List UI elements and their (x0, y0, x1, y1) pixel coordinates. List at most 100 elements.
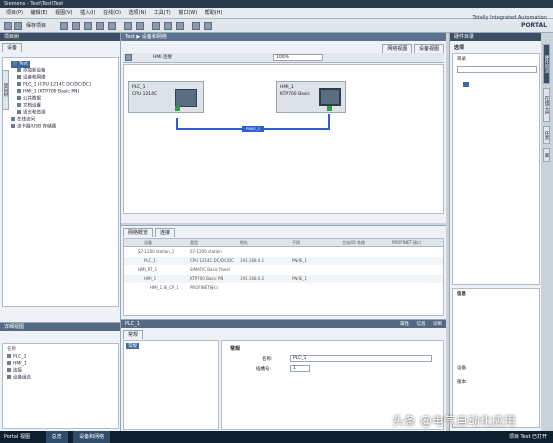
connection-icon (7, 368, 11, 372)
info-pane: 信息 设备: 版本: (452, 288, 540, 428)
tab-devices[interactable]: 设备 (2, 43, 23, 52)
pointer-icon[interactable] (125, 54, 132, 61)
network-overview-panel: 网络概览 连接 设备 类型 地址 子网 主站/IO 系统 PROFINET 接口… (121, 225, 446, 319)
tree-item-project[interactable]: Test (11, 61, 30, 68)
tree-item-add-device[interactable]: 添加新设备 (17, 68, 46, 75)
tab-properties[interactable]: 属性 (400, 322, 409, 327)
go-offline-icon[interactable] (204, 22, 212, 30)
menu-project[interactable]: 项目(P) (6, 10, 23, 16)
table-row[interactable]: PLC_1 CPU 1214C DC/DC/DC 192.168.0.1 PN/… (124, 257, 443, 265)
plc-port-icon[interactable] (175, 106, 180, 111)
subnet-label[interactable]: PN/IE_1 (242, 126, 264, 132)
menu-view[interactable]: 视图(V) (55, 10, 72, 16)
properties-header: PLC_1 (121, 320, 446, 328)
toolbar: 保存项目 (0, 19, 553, 33)
zoom-select[interactable]: 100% (273, 54, 323, 61)
open-project-icon[interactable] (14, 22, 22, 30)
slot-field[interactable]: 1 (290, 365, 310, 372)
tree-item-devices-networks[interactable]: 设备和网络 (17, 75, 46, 82)
tab-diagnostics[interactable]: 诊断 (433, 322, 442, 327)
portal-view-button[interactable]: Portal 视图 (4, 434, 30, 440)
properties-left-tabs: 常规 (121, 328, 446, 339)
details-item-hmi[interactable]: HMI_1 (7, 361, 27, 368)
new-project-icon[interactable] (4, 22, 12, 30)
config-icon (7, 375, 11, 379)
vtab-libraries[interactable]: 库 (543, 148, 550, 162)
overview-table: 设备 类型 地址 子网 主站/IO 系统 PROFINET 接口 S7-1200… (123, 238, 444, 316)
col-subnet: 子网 (292, 240, 300, 245)
col-type: 类型 (190, 240, 198, 245)
tab-connections[interactable]: 连接 (154, 228, 175, 237)
details-item-connections[interactable]: 连接 (7, 368, 22, 375)
vtab-online-tools[interactable]: 在线工具 (543, 88, 550, 122)
tree-item-card-reader[interactable]: 读卡器/USB 存储器 (11, 124, 56, 131)
save-button[interactable]: 保存项目 (26, 22, 46, 29)
tree-item-languages[interactable]: 语言和资源 (17, 110, 46, 117)
info-version-label: 版本: (457, 380, 468, 385)
overview-tabs: 网络概览 连接 (121, 226, 446, 237)
catalog-search-input[interactable] (457, 66, 537, 73)
menu-tools[interactable]: 工具(T) (154, 10, 171, 16)
folder-icon (17, 96, 21, 100)
plc-device[interactable]: PLC_1 CPU 1214C (128, 81, 204, 113)
redo-icon[interactable] (136, 22, 144, 30)
network-editor: Test ▶ 设备和网络 网络视图 设备视图 HMI 连接 100% PLC_1… (121, 33, 446, 223)
project-tree-tabs: 设备 (0, 41, 120, 52)
title-bar: Siemens - Test\Test\Test (0, 0, 553, 8)
menu-insert[interactable]: 插入(I) (80, 10, 95, 16)
status-message: 项目 Test 已打开 (508, 434, 547, 440)
section-general: 常规 (230, 346, 241, 352)
details-item-plc[interactable]: PLC_1 (7, 354, 26, 361)
table-row[interactable]: HMI_1.IE_CP_1 PROFINET接口 (124, 284, 443, 292)
menu-options[interactable]: 选项(N) (129, 10, 147, 16)
undo-icon[interactable] (124, 22, 132, 30)
table-row[interactable]: HMI_RT_1 SIMATIC Basic Panel (124, 266, 443, 274)
menu-help[interactable]: 帮助(H) (205, 10, 223, 16)
taskbar-devices[interactable]: 设备和网络 (73, 431, 111, 443)
network-canvas[interactable]: PLC_1 CPU 1214C HMI_1 KTP700 Basic PN/IE… (123, 64, 444, 214)
vtab-project-tree[interactable]: 项目树 (2, 70, 9, 110)
table-row[interactable]: HMI_1 KTP700 Basic PN 192.168.0.2 PN/IE_… (124, 275, 443, 283)
tab-device-view[interactable]: 设备视图 (413, 44, 444, 53)
tree-item-plc[interactable]: PLC_1 [CPU 1214C DC/DC/DC] (17, 82, 91, 89)
cut-icon[interactable] (72, 22, 80, 30)
table-row[interactable]: S7-1200 station_1 S7-1200 station (124, 248, 443, 256)
menu-window[interactable]: 窗口(W) (178, 10, 197, 16)
name-field[interactable]: PLC_1 (290, 355, 432, 362)
plc-link-line (176, 118, 178, 128)
tree-item-common-data[interactable]: 公共数据 (17, 96, 41, 103)
connection-select[interactable]: HMI 连接 (153, 54, 172, 60)
menu-bar: 项目(P) 编辑(E) 视图(V) 插入(I) 在线(O) 选项(N) 工具(T… (0, 8, 553, 19)
upload-icon[interactable] (176, 22, 184, 30)
taskbar-overview[interactable]: 总览 (45, 431, 68, 443)
paste-icon[interactable] (96, 22, 104, 30)
compile-icon[interactable] (152, 22, 160, 30)
go-online-icon[interactable] (192, 22, 200, 30)
plc-type: CPU 1214C (132, 92, 158, 97)
catalog-folder-icon[interactable] (463, 82, 469, 87)
tab-network-view[interactable]: 网络视图 (382, 44, 413, 53)
editor-toolbar: HMI 连接 100% (123, 53, 444, 63)
download-icon[interactable] (164, 22, 172, 30)
vtab-hardware-catalog[interactable]: 硬件目录 (543, 44, 550, 84)
tree-item-hmi[interactable]: HMI_1 [KTP700 Basic PN] (17, 89, 79, 96)
tree-item-online-access[interactable]: 在线访问 (11, 117, 35, 124)
tab-network-overview[interactable]: 网络概览 (123, 228, 154, 237)
properties-nav-general[interactable]: 常规 (126, 343, 139, 349)
copy-icon[interactable] (84, 22, 92, 30)
tree-item-doc-settings[interactable]: 文档设置 (17, 103, 41, 110)
delete-icon[interactable] (108, 22, 116, 30)
tab-general[interactable]: 常规 (123, 330, 144, 339)
col-address: 地址 (240, 240, 248, 245)
hmi-port-icon[interactable] (327, 106, 332, 111)
print-icon[interactable] (60, 22, 68, 30)
menu-online[interactable]: 在线(O) (103, 10, 121, 16)
online-icon (11, 117, 15, 121)
tab-info[interactable]: 信息 (417, 322, 426, 327)
menu-edit[interactable]: 编辑(E) (31, 10, 48, 16)
vtab-tasks[interactable]: 任务 (543, 126, 550, 144)
hmi-device[interactable]: HMI_1 KTP700 Basic (276, 81, 346, 113)
details-item-config[interactable]: 设备组态 (7, 375, 31, 382)
status-bar: Portal 视图 总览 设备和网络 项目 Test 已打开 (0, 431, 553, 443)
hmi-type: KTP700 Basic (280, 92, 310, 97)
